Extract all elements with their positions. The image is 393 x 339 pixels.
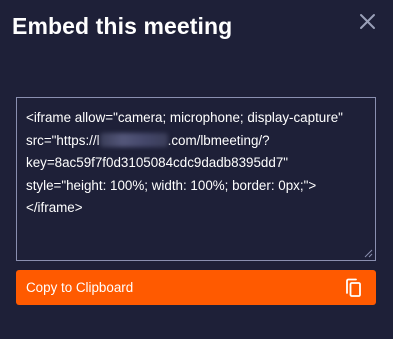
embed-code-line-2-prefix: src="https://l [26, 132, 100, 148]
embed-code-textarea[interactable]: <iframe allow="camera; microphone; displ… [16, 97, 376, 261]
close-button[interactable] [357, 11, 379, 33]
embed-code-line-2-suffix: .com/lbmeeting/? [167, 132, 270, 148]
copy-icon [346, 278, 361, 297]
embed-code-line-4: style="height: 100%; width: 100%; border… [26, 177, 317, 193]
embed-code-line-3: key=8ac59f7f0d3105084cdc9dadb8395dd7" [26, 155, 289, 170]
close-icon[interactable] [357, 11, 379, 33]
resize-handle-icon[interactable] [364, 249, 373, 258]
copy-to-clipboard-button[interactable]: Copy to Clipboard [16, 270, 376, 305]
dialog-title: Embed this meeting [12, 13, 233, 39]
copy-button-label: Copy to Clipboard [26, 280, 134, 295]
embed-code-line-5: </iframe> [26, 200, 83, 215]
embed-meeting-dialog: Embed this meeting <iframe allow="camera… [0, 0, 393, 339]
embed-code-line-1: <iframe allow="camera; microphone; displ… [26, 110, 343, 125]
redacted-domain [99, 132, 168, 147]
